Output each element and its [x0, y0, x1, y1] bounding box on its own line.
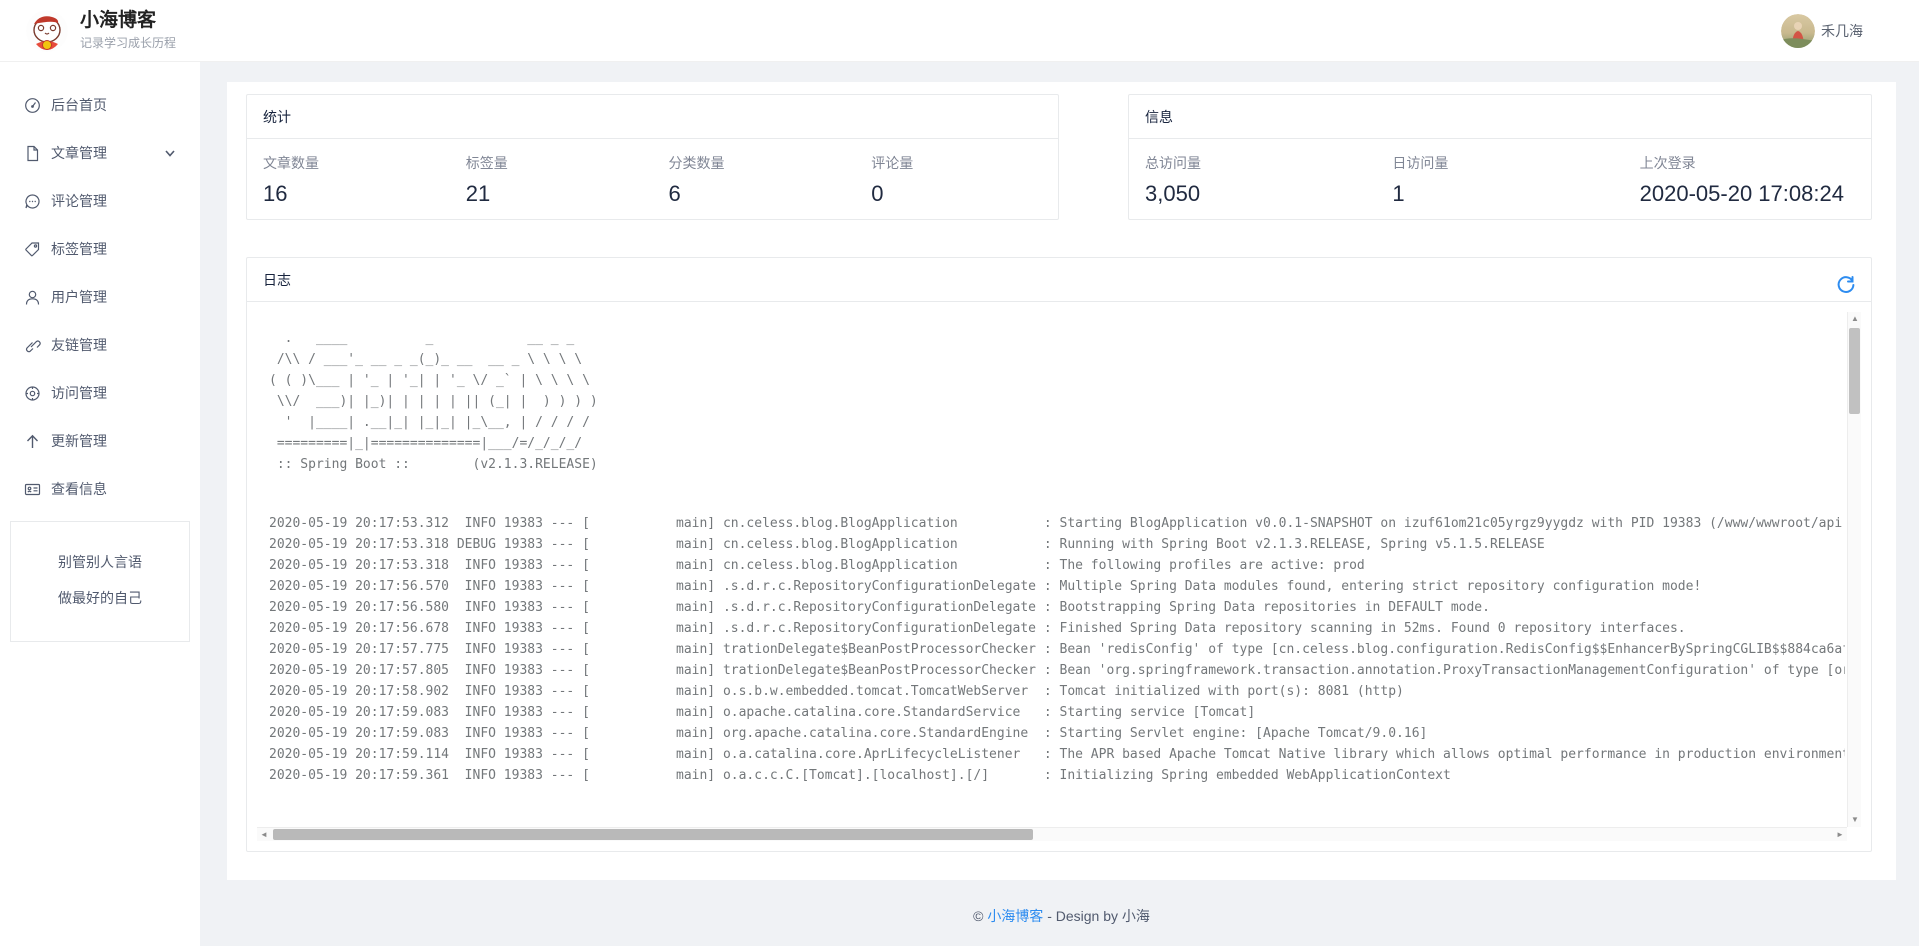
aim-icon [24, 385, 41, 402]
sidebar-item-view-info[interactable]: 查看信息 [0, 465, 200, 513]
info-daily-visits: 日访问量 1 [1376, 153, 1623, 207]
sidebar-item-tags[interactable]: 标签管理 [0, 225, 200, 273]
sidebar-item-users[interactable]: 用户管理 [0, 273, 200, 321]
sidebar-item-label: 后台首页 [51, 95, 107, 115]
info-last-login: 上次登录 2020-05-20 17:08:24 [1624, 153, 1871, 207]
info-card-title: 信息 [1129, 95, 1871, 139]
motto-line-2: 做最好的自己 [11, 580, 189, 616]
scroll-down-arrow[interactable]: ▼ [1848, 813, 1861, 827]
scroll-up-arrow[interactable]: ▲ [1848, 312, 1861, 326]
idcard-icon [24, 481, 41, 498]
user-avatar[interactable] [1781, 14, 1815, 48]
stat-label: 文章数量 [263, 153, 450, 173]
horizontal-scroll-thumb[interactable] [273, 829, 1033, 840]
stat-value: 21 [466, 181, 653, 207]
chevron-down-icon [164, 146, 176, 158]
stat-label: 分类数量 [669, 153, 856, 173]
log-card: 日志 . ____ _ __ _ _ /\\ / ___'_ __ _ _(_)… [246, 257, 1872, 852]
link-icon [24, 337, 41, 354]
sidebar-item-label: 查看信息 [51, 479, 107, 499]
info-card: 信息 总访问量 3,050 日访问量 1 上次登录 2020-05-20 17:… [1128, 94, 1872, 220]
sidebar: 后台首页 文章管理 评论管理 标签管理 [0, 62, 200, 946]
dashboard-icon [24, 97, 41, 114]
tag-icon [24, 241, 41, 258]
stat-comments: 评论量 0 [855, 153, 1058, 207]
blog-logo-avatar [26, 10, 68, 52]
stat-value: 6 [669, 181, 856, 207]
stat-value: 1 [1392, 181, 1623, 207]
site-subtitle: 记录学习成长历程 [80, 34, 176, 51]
scroll-right-arrow[interactable]: ► [1833, 828, 1847, 841]
brand: 小海博客 记录学习成长历程 [26, 10, 176, 52]
user-menu[interactable]: 禾几海 [1781, 14, 1863, 48]
arrow-up-icon [24, 433, 41, 450]
sidebar-item-comments[interactable]: 评论管理 [0, 177, 200, 225]
copyright-symbol: © [973, 908, 983, 924]
stat-label: 日访问量 [1392, 153, 1623, 173]
stat-label: 上次登录 [1640, 153, 1871, 173]
refresh-icon[interactable] [1835, 269, 1857, 291]
stat-label: 评论量 [871, 153, 1058, 173]
stat-value: 0 [871, 181, 1058, 207]
vertical-scroll-thumb[interactable] [1849, 328, 1860, 414]
log-output: 2020-05-19 20:17:53.312 INFO 19383 --- [… [269, 513, 1845, 786]
sidebar-item-label: 更新管理 [51, 431, 107, 451]
log-viewport[interactable]: . ____ _ __ _ _ /\\ / ___'_ __ _ _(_)_ _… [257, 312, 1861, 841]
stats-card-title: 统计 [247, 95, 1058, 139]
footer-suffix: - Design by 小海 [1047, 908, 1150, 924]
motto-box: 别管别人言语 做最好的自己 [10, 521, 190, 642]
sidebar-item-articles[interactable]: 文章管理 [0, 129, 200, 177]
main-content: 统计 文章数量 16 标签量 21 分类数量 6 评论量 0 信息 总访 [227, 82, 1896, 880]
stat-articles: 文章数量 16 [247, 153, 450, 207]
log-card-title: 日志 [263, 272, 291, 288]
file-icon [24, 145, 41, 162]
stat-label: 标签量 [466, 153, 653, 173]
footer-brand-link[interactable]: 小海博客 [987, 908, 1043, 924]
sidebar-item-friend-links[interactable]: 友链管理 [0, 321, 200, 369]
page-footer: © 小海博客 - Design by 小海 [227, 906, 1896, 926]
spring-boot-banner: . ____ _ __ _ _ /\\ / ___'_ __ _ _(_)_ _… [269, 328, 1845, 475]
brand-text: 小海博客 记录学习成长历程 [80, 10, 176, 51]
log-content: . ____ _ __ _ _ /\\ / ___'_ __ _ _(_)_ _… [269, 328, 1845, 825]
site-title: 小海博客 [80, 10, 176, 32]
sidebar-item-label: 用户管理 [51, 287, 107, 307]
sidebar-item-dashboard[interactable]: 后台首页 [0, 81, 200, 129]
sidebar-item-label: 标签管理 [51, 239, 107, 259]
app-header: 小海博客 记录学习成长历程 禾几海 [0, 0, 1919, 62]
sidebar-item-label: 访问管理 [51, 383, 107, 403]
sidebar-item-label: 友链管理 [51, 335, 107, 355]
stat-tags: 标签量 21 [450, 153, 653, 207]
stat-value: 16 [263, 181, 450, 207]
comment-icon [24, 193, 41, 210]
stat-label: 总访问量 [1145, 153, 1376, 173]
username: 禾几海 [1821, 21, 1863, 41]
sidebar-item-label: 评论管理 [51, 191, 107, 211]
scroll-left-arrow[interactable]: ◄ [257, 828, 271, 841]
horizontal-scrollbar[interactable]: ◄ ► [257, 827, 1847, 841]
sidebar-item-updates[interactable]: 更新管理 [0, 417, 200, 465]
vertical-scrollbar[interactable]: ▲ ▼ [1847, 312, 1861, 827]
sidebar-item-label: 文章管理 [51, 143, 107, 163]
stat-categories: 分类数量 6 [653, 153, 856, 207]
user-icon [24, 289, 41, 306]
stat-value: 3,050 [1145, 181, 1376, 207]
motto-line-1: 别管别人言语 [11, 544, 189, 580]
stat-value: 2020-05-20 17:08:24 [1640, 181, 1871, 207]
info-total-visits: 总访问量 3,050 [1129, 153, 1376, 207]
stats-card: 统计 文章数量 16 标签量 21 分类数量 6 评论量 0 [246, 94, 1059, 220]
sidebar-item-visits[interactable]: 访问管理 [0, 369, 200, 417]
